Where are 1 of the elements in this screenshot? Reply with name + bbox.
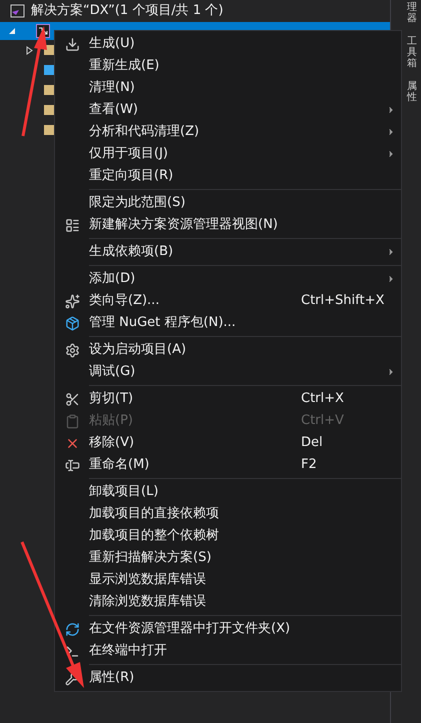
solution-title: 解决方案“DX”(1 个项目/共 1 个): [31, 2, 224, 20]
